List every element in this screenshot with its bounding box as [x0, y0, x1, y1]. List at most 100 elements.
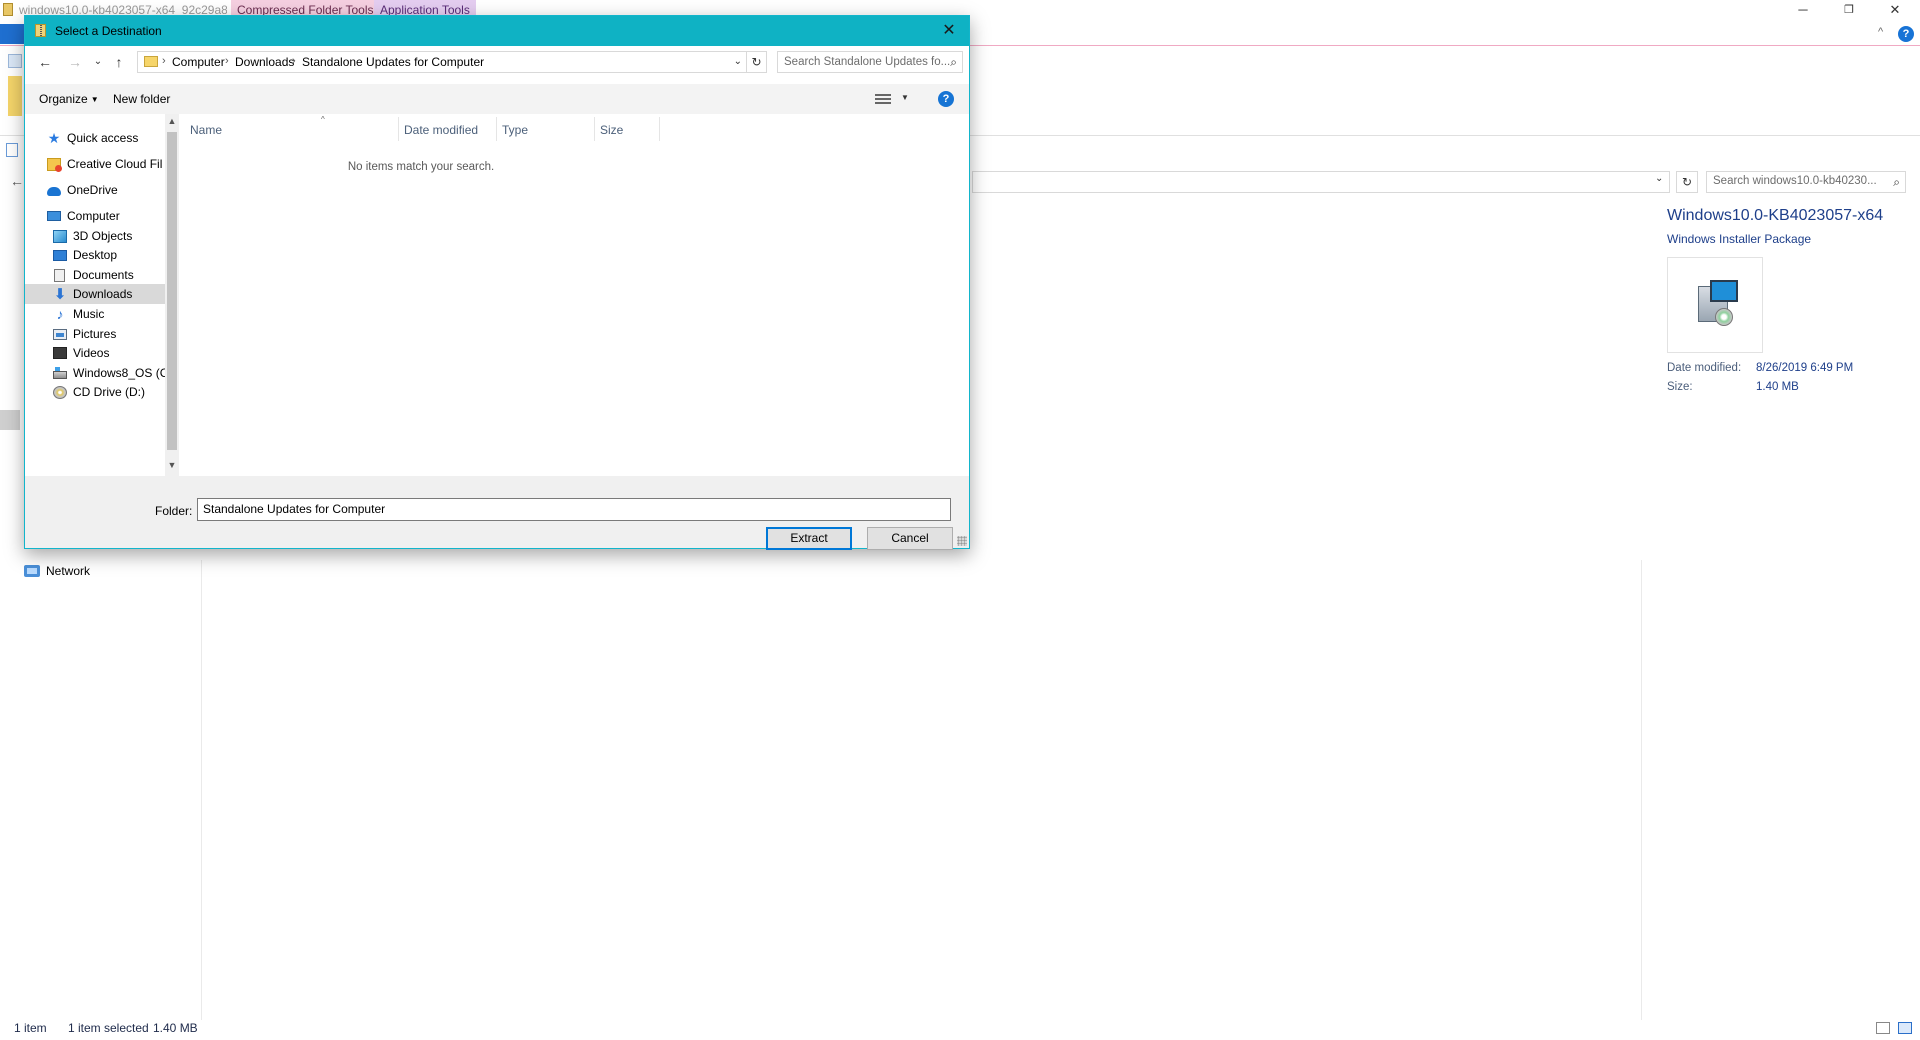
back-button[interactable]: ←	[35, 53, 55, 71]
zip-folder-icon	[35, 24, 46, 37]
downloads-icon: ⬇	[53, 285, 67, 303]
nav-item-label: CD Drive (D:)	[73, 385, 145, 399]
dialog-title: Select a Destination	[55, 24, 162, 38]
dialog-search-input[interactable]: Search Standalone Updates fo... ⌕	[777, 51, 963, 73]
breadcrumb-separator[interactable]: ›	[225, 55, 229, 67]
nav-item-3d-objects[interactable]: 3D Objects	[25, 226, 165, 246]
dialog-nav-pane: ★ Quick access Creative Cloud Fil OneDri…	[25, 114, 165, 476]
preview-date-label: Date modified:	[1667, 362, 1742, 374]
cancel-button[interactable]: Cancel	[867, 527, 953, 550]
organize-label: Organize	[39, 92, 88, 106]
large-icons-view-icon[interactable]	[1898, 1022, 1912, 1034]
address-dropdown-icon[interactable]: ⌄	[734, 56, 742, 67]
folder-name-input[interactable]: Standalone Updates for Computer	[197, 498, 951, 521]
nav-item-quick-access[interactable]: ★ Quick access	[25, 128, 165, 148]
explorer-address-bar[interactable]	[972, 171, 1670, 193]
status-item-count: 1 item	[14, 1021, 47, 1035]
nav-item-desktop[interactable]: Desktop	[25, 245, 165, 265]
dialog-toolbar: Organize ▼ New folder ▼ ?	[25, 84, 969, 114]
breadcrumb-separator[interactable]: ›	[292, 55, 296, 67]
file-tab[interactable]	[0, 24, 26, 44]
breadcrumb-computer[interactable]: Computer	[172, 55, 225, 69]
quick-access-toolbar-icon	[6, 143, 18, 157]
help-icon[interactable]: ?	[938, 91, 954, 107]
back-arrow-icon[interactable]: ←	[10, 173, 24, 189]
nav-item-label: OneDrive	[67, 183, 118, 197]
nav-item-creative-cloud-files[interactable]: Creative Cloud Fil	[25, 154, 165, 174]
nav-item-cd-drive[interactable]: CD Drive (D:)	[25, 382, 165, 402]
address-dropdown-icon[interactable]: ⌄	[1655, 173, 1663, 184]
scrollbar-thumb[interactable]	[167, 132, 177, 450]
restore-button[interactable]: ❐	[1826, 0, 1872, 20]
minimize-ribbon-icon[interactable]: ^	[1878, 26, 1883, 38]
nav-item-network[interactable]: Network	[24, 562, 90, 580]
column-header-name[interactable]: Name	[190, 123, 222, 137]
column-separator[interactable]	[398, 117, 399, 141]
scroll-down-arrow-icon[interactable]: ▼	[165, 460, 179, 470]
nav-item-music[interactable]: ♪ Music	[25, 304, 165, 324]
installer-screen-icon	[1710, 280, 1738, 302]
search-icon: ⌕	[950, 55, 957, 69]
dialog-close-button[interactable]: ✕	[929, 16, 969, 46]
organize-button[interactable]: Organize ▼	[39, 92, 99, 106]
nav-item-label: Network	[46, 564, 91, 578]
view-options-icon[interactable]	[875, 93, 891, 105]
column-header-size[interactable]: Size	[600, 123, 623, 137]
explorer-search-placeholder: Search windows10.0-kb40230...	[1713, 175, 1877, 187]
nav-item-windows-drive[interactable]: Windows8_OS (C	[25, 363, 165, 383]
breadcrumb-current-folder[interactable]: Standalone Updates for Computer	[302, 55, 484, 69]
column-header-date-modified[interactable]: Date modified	[404, 123, 478, 137]
cd-drive-icon	[53, 385, 67, 399]
dialog-nav-bar: ← → ⌄ ↑ › Computer › Downloads › Standal…	[25, 46, 969, 78]
computer-icon	[47, 211, 61, 221]
close-button[interactable]: ✕	[1872, 0, 1918, 20]
details-view-icon[interactable]	[1876, 1022, 1890, 1034]
column-separator[interactable]	[496, 117, 497, 141]
extract-button[interactable]: Extract	[766, 527, 852, 550]
nav-pane-scrollbar[interactable]: ▲ ▼	[165, 114, 179, 476]
explorer-search-input[interactable]: Search windows10.0-kb40230... ⌕	[1706, 171, 1906, 193]
dialog-address-bar[interactable]: › Computer › Downloads › Standalone Upda…	[137, 51, 747, 73]
nav-item-label: 3D Objects	[73, 229, 133, 243]
new-folder-button[interactable]: New folder	[113, 92, 170, 106]
dialog-title-bar: Select a Destination ✕	[25, 16, 969, 46]
minimize-button[interactable]: ─	[1780, 0, 1826, 20]
select-destination-dialog: Select a Destination ✕ ← → ⌄ ↑ › Compute…	[24, 15, 970, 550]
nav-item-onedrive[interactable]: OneDrive	[25, 180, 165, 200]
forward-button[interactable]: →	[65, 53, 85, 71]
column-header-type[interactable]: Type	[502, 123, 528, 137]
nav-item-computer[interactable]: Computer	[25, 206, 165, 226]
scroll-up-arrow-icon[interactable]: ▲	[165, 116, 179, 126]
nav-item-label: Music	[73, 307, 105, 321]
column-separator[interactable]	[659, 117, 660, 141]
nav-item-videos[interactable]: Videos	[25, 343, 165, 363]
resize-grip-icon[interactable]	[957, 536, 967, 546]
star-icon: ★	[47, 129, 61, 146]
nav-item-label: Documents	[73, 268, 134, 282]
nav-item-pictures[interactable]: Pictures	[25, 324, 165, 344]
recent-locations-button[interactable]: ⌄	[88, 53, 108, 71]
refresh-button[interactable]: ↻	[747, 51, 767, 73]
breadcrumb-separator[interactable]: ›	[162, 55, 166, 67]
nav-item-downloads[interactable]: ⬇ Downloads	[25, 284, 165, 304]
nav-item-label: Windows8_OS (C	[73, 366, 165, 380]
chevron-down-icon[interactable]: ▼	[901, 93, 909, 102]
videos-icon	[53, 347, 67, 359]
breadcrumb-downloads[interactable]: Downloads	[235, 55, 294, 69]
status-bar: 1 item 1 item selected 1.40 MB	[0, 1020, 1920, 1040]
help-icon[interactable]: ?	[1898, 26, 1914, 42]
creative-cloud-folder-icon	[47, 157, 62, 172]
desktop-icon	[53, 249, 67, 261]
column-separator[interactable]	[594, 117, 595, 141]
preview-size-value: 1.40 MB	[1756, 381, 1799, 393]
up-button[interactable]: ↑	[109, 53, 129, 71]
preview-pane-divider	[1641, 560, 1642, 1020]
nav-item-documents[interactable]: Documents	[25, 265, 165, 285]
file-list: ^ Name Date modified Type Size No items …	[179, 114, 969, 476]
nav-item-label: Downloads	[73, 287, 133, 301]
nav-item-label: Quick access	[67, 131, 139, 145]
search-icon: ⌕	[1893, 175, 1900, 189]
network-icon	[24, 565, 40, 577]
explorer-refresh-icon[interactable]: ↻	[1676, 171, 1698, 193]
status-selection-size: 1.40 MB	[153, 1021, 198, 1035]
